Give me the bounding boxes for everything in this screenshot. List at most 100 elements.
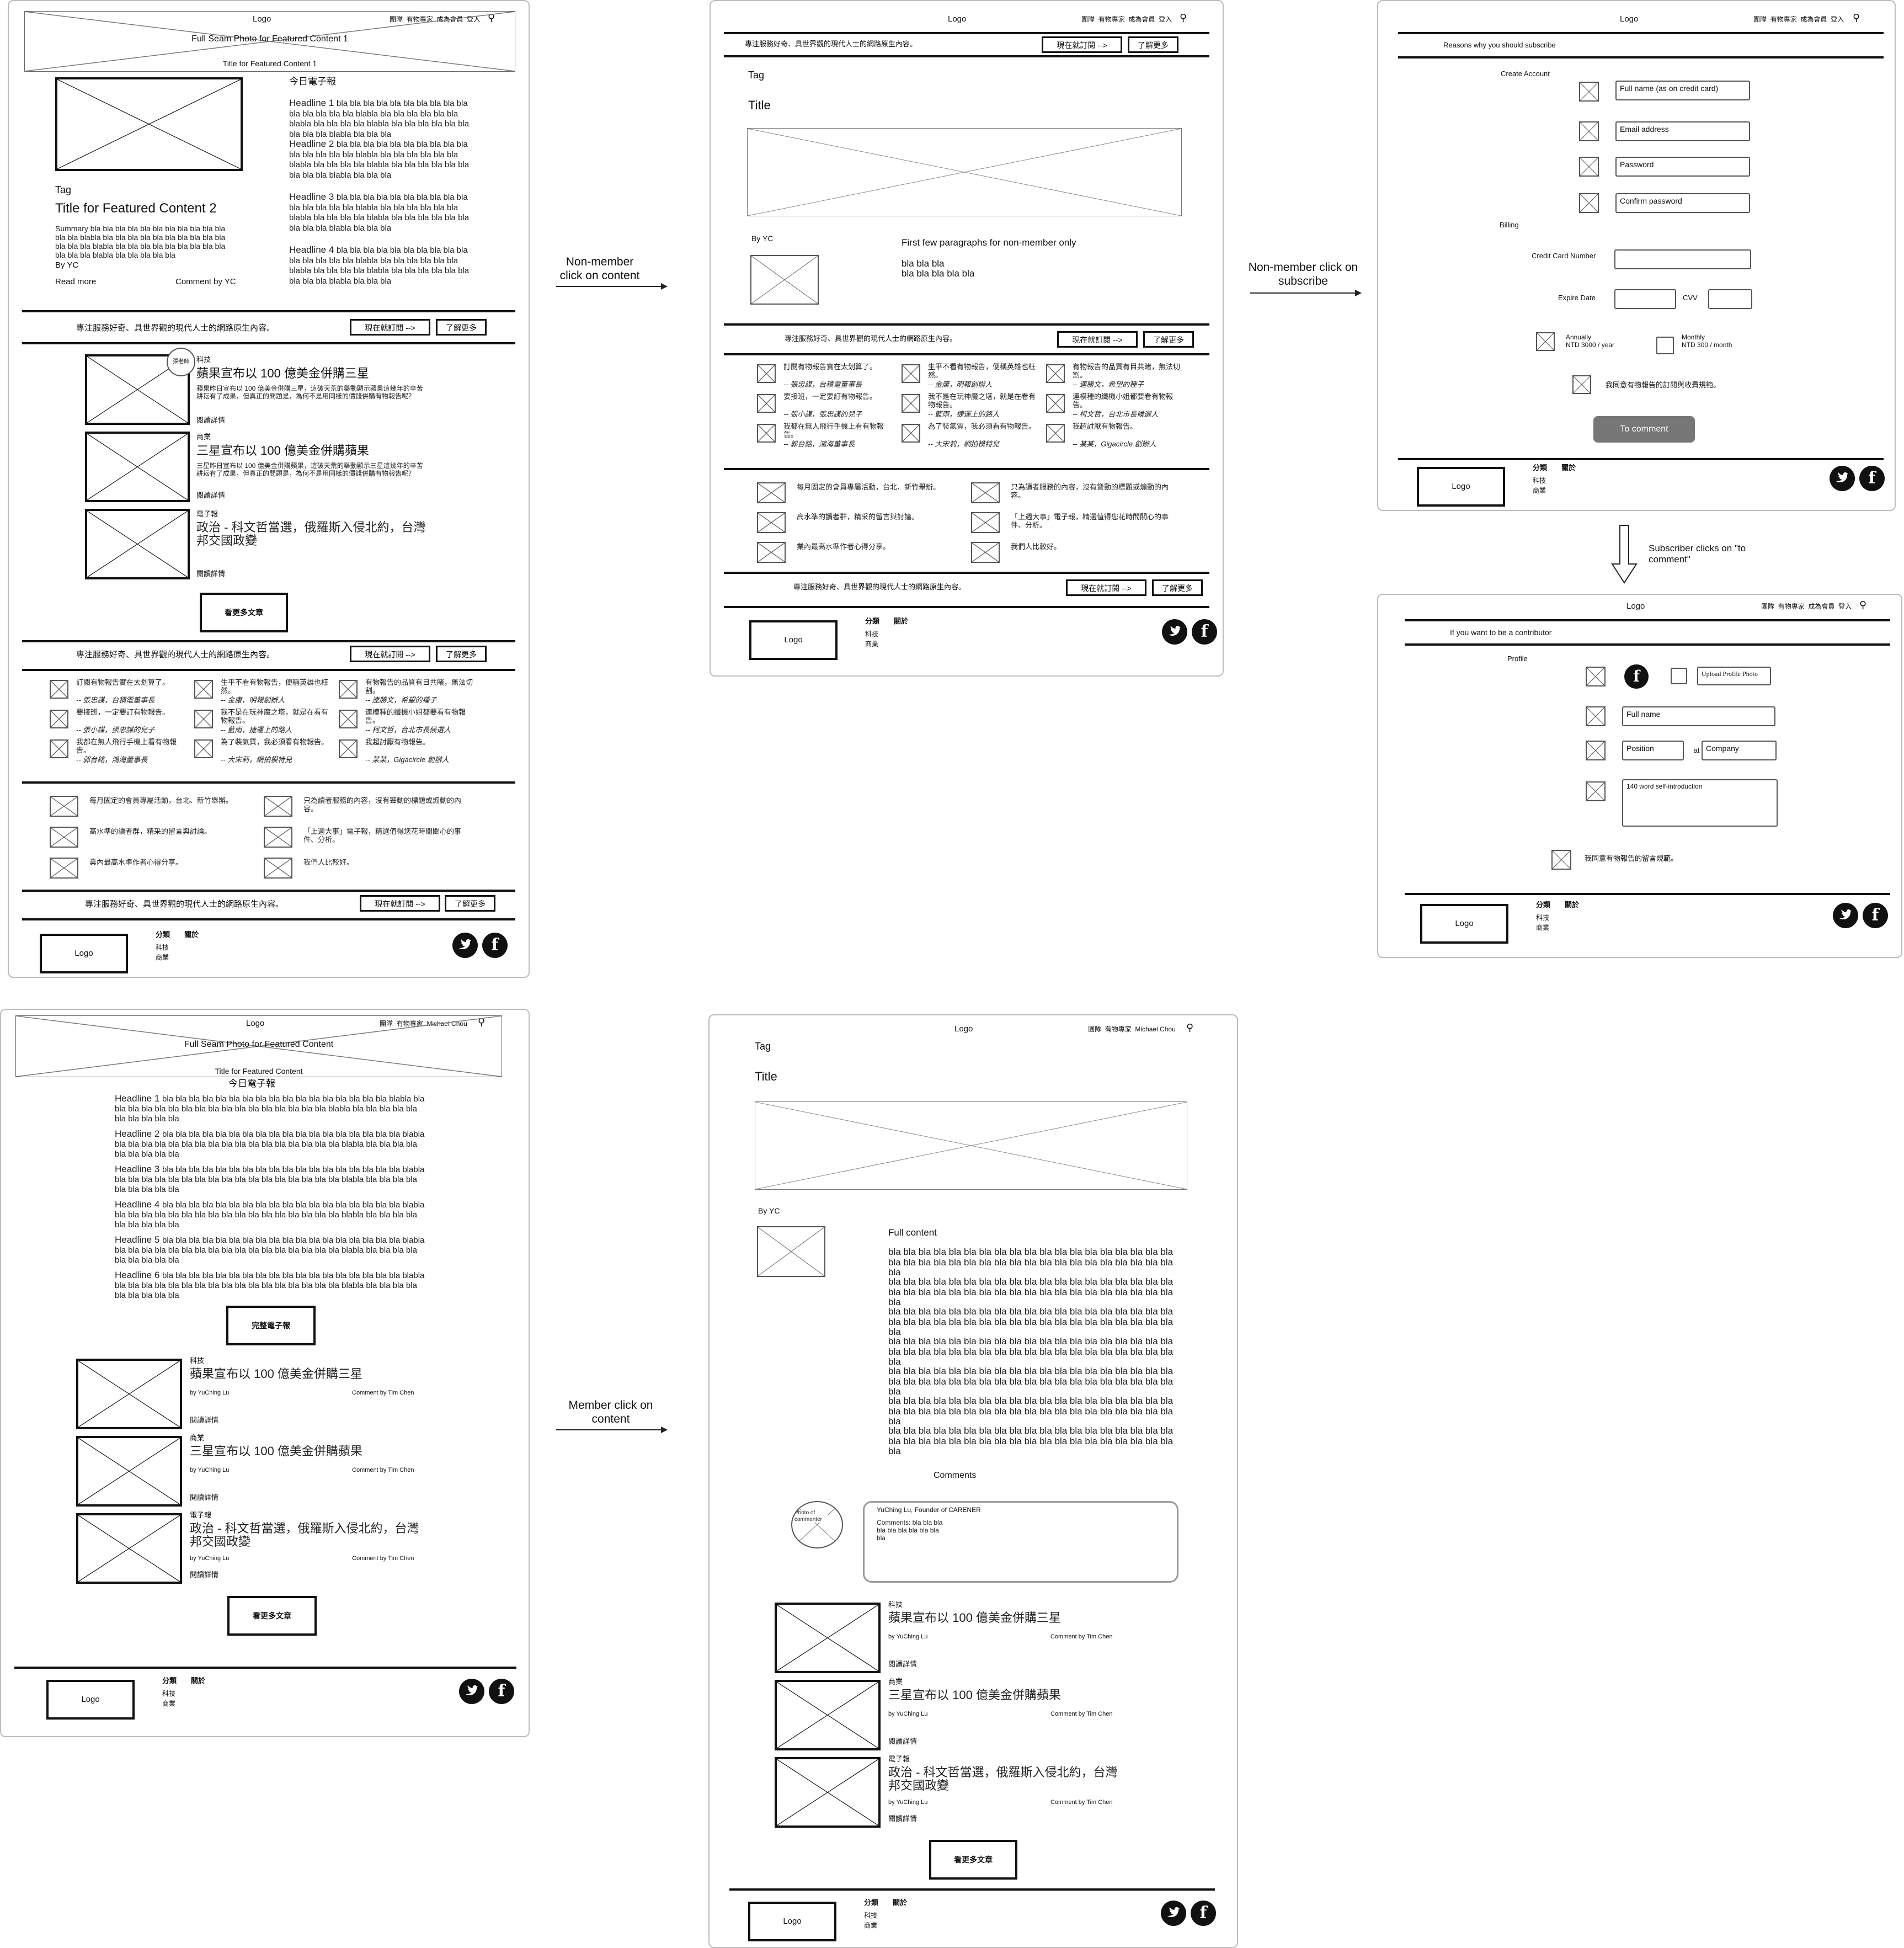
credit-card-field[interactable] <box>1614 249 1751 269</box>
footer-cat-business[interactable]: 商業 <box>1533 487 1546 494</box>
article-image[interactable] <box>775 1680 881 1750</box>
monthly-checkbox[interactable] <box>1656 337 1674 354</box>
logo[interactable]: Logo <box>954 1024 973 1034</box>
article-image[interactable] <box>85 432 190 502</box>
more-articles-button[interactable]: 看更多文章 <box>227 1596 317 1636</box>
headline-1[interactable]: Headline 1 bla bla bla bla bla bla bla b… <box>289 98 477 140</box>
article-image[interactable] <box>775 1757 881 1828</box>
learn-more-button[interactable]: 了解更多 <box>1128 36 1178 53</box>
facebook-icon[interactable]: f <box>1192 619 1217 645</box>
more-articles-button[interactable]: 看更多文章 <box>200 593 288 632</box>
member-name[interactable]: Michael Chou <box>1135 1025 1175 1033</box>
article-title[interactable]: 蘋果宣布以 100 億美金併購三星 <box>196 366 369 381</box>
learn-more-button[interactable]: 了解更多 <box>436 646 487 662</box>
feature-image[interactable] <box>55 77 243 171</box>
headline-1[interactable]: Headline 1 bla bla bla bla bla bla bla b… <box>115 1094 427 1124</box>
agree-checkbox[interactable] <box>1551 850 1571 870</box>
twitter-icon[interactable] <box>1833 903 1858 928</box>
headline-3[interactable]: Headline 3 bla bla bla bla bla bla bla b… <box>289 191 477 233</box>
twitter-icon[interactable] <box>452 933 478 958</box>
feature-title[interactable]: Title for Featured Content 2 <box>55 201 217 217</box>
footer-cat-business[interactable]: 商業 <box>1536 924 1549 932</box>
read-details-link[interactable]: 閱讀詳情 <box>888 1660 917 1669</box>
expire-date-field[interactable] <box>1614 289 1676 309</box>
facebook-icon[interactable]: f <box>1624 664 1649 689</box>
nav-item-join[interactable]: 成為會員 <box>1800 15 1827 23</box>
headline-2[interactable]: Headline 2 bla bla bla bla bla bla bla b… <box>115 1129 427 1159</box>
article-image[interactable] <box>775 1603 881 1673</box>
more-articles-button[interactable]: 看更多文章 <box>929 1840 1017 1880</box>
footer-about[interactable]: 關於 <box>1561 464 1576 472</box>
article-title[interactable]: 政治 - 科文哲當選，俄羅斯入侵北約，台灣邦交國政變 <box>196 520 434 547</box>
full-name-field[interactable]: Full name <box>1622 706 1775 726</box>
company-field[interactable]: Company <box>1702 741 1777 760</box>
read-details-link[interactable]: 閱讀詳情 <box>190 1493 218 1502</box>
nav-item-experts[interactable]: 有物專家 <box>1098 15 1125 23</box>
footer-about[interactable]: 關於 <box>191 1676 205 1685</box>
read-details-link[interactable]: 閱讀詳情 <box>888 1814 917 1823</box>
annual-checkbox[interactable] <box>1536 332 1555 351</box>
nav-item-login[interactable]: 登入 <box>1831 15 1844 23</box>
intro-textarea[interactable]: 140 word self-introduction <box>1622 779 1778 827</box>
headline-6[interactable]: Headline 6 bla bla bla bla bla bla bla b… <box>115 1270 427 1300</box>
headline-3[interactable]: Headline 3 bla bla bla bla bla bla bla b… <box>115 1164 427 1194</box>
twitter-icon[interactable] <box>1161 1901 1186 1926</box>
twitter-icon[interactable] <box>459 1679 484 1704</box>
subscribe-button[interactable]: 現在就訂閱 --> <box>1057 331 1138 348</box>
nav-menu[interactable]: 團隊 有物專家 Michael Chou <box>1088 1025 1176 1033</box>
nav-item-login[interactable]: 登入 <box>1838 603 1852 610</box>
upload-checkbox[interactable] <box>1671 668 1687 684</box>
facebook-icon[interactable]: f <box>489 1679 514 1704</box>
subscribe-button[interactable]: 現在就訂閱 --> <box>350 319 430 336</box>
learn-more-button[interactable]: 了解更多 <box>1152 579 1203 596</box>
to-comment-button[interactable]: To comment <box>1593 416 1695 443</box>
footer-categories[interactable]: 分類 <box>156 930 170 939</box>
password-field[interactable]: Password <box>1615 157 1750 177</box>
footer-categories[interactable]: 分類 <box>864 1898 878 1907</box>
subscribe-button[interactable]: 現在就訂閱 --> <box>350 646 430 662</box>
article-title[interactable]: 三星宣布以 100 億美金併購蘋果 <box>888 1688 1126 1702</box>
footer-categories[interactable]: 分類 <box>162 1676 177 1685</box>
nav-item-experts[interactable]: 有物專家 <box>1770 15 1797 23</box>
nav-item-team[interactable]: 團隊 <box>1088 1025 1101 1033</box>
twitter-icon[interactable] <box>1830 466 1855 491</box>
footer-cat-tech[interactable]: 科技 <box>1536 914 1549 922</box>
nav-menu[interactable]: 團隊 有物專家 成為會員 登入 <box>1753 15 1844 23</box>
article-title[interactable]: 三星宣布以 100 億美金併購蘋果 <box>190 1444 427 1458</box>
nav-item-team[interactable]: 團隊 <box>1761 603 1774 610</box>
footer-cat-tech[interactable]: 科技 <box>865 630 878 638</box>
footer-cat-business[interactable]: 商業 <box>865 640 878 648</box>
read-more-link[interactable]: Read more <box>55 277 96 287</box>
article-image[interactable] <box>76 1436 182 1507</box>
learn-more-button[interactable]: 了解更多 <box>436 319 487 336</box>
footer-cat-business[interactable]: 商業 <box>162 1700 175 1707</box>
footer-logo[interactable]: Logo <box>1420 904 1508 944</box>
footer-cat-business[interactable]: 商業 <box>864 1922 877 1929</box>
nav-item-join[interactable]: 成為會員 <box>1808 603 1834 610</box>
read-details-link[interactable]: 閱讀詳情 <box>196 491 225 500</box>
nav-item-join[interactable]: 成為會員 <box>1128 15 1155 23</box>
article-title[interactable]: 政治 - 科文哲當選，俄羅斯入侵北約，台灣邦交國政變 <box>888 1765 1126 1792</box>
subscribe-button[interactable]: 現在就訂閱 --> <box>360 895 440 912</box>
footer-about[interactable]: 關於 <box>893 1898 907 1907</box>
nav-menu[interactable]: 團隊 有物專家 成為會員 登入 <box>1761 603 1852 610</box>
article-image[interactable] <box>76 1359 182 1429</box>
read-details-link[interactable]: 閱讀詳情 <box>190 1571 218 1579</box>
headline-5[interactable]: Headline 5 bla bla bla bla bla bla bla b… <box>115 1235 427 1265</box>
footer-cat-tech[interactable]: 科技 <box>1533 477 1546 485</box>
logo[interactable]: Logo <box>1626 602 1645 611</box>
footer-logo[interactable]: Logo <box>1417 467 1505 507</box>
nav-menu[interactable]: 團隊 有物專家 成為會員 登入 <box>1081 15 1172 23</box>
facebook-icon[interactable]: f <box>1859 466 1885 491</box>
read-details-link[interactable]: 閱讀詳情 <box>196 570 225 578</box>
footer-categories[interactable]: 分類 <box>1536 901 1550 909</box>
email-field[interactable]: Email address <box>1615 121 1750 141</box>
nav-item-team[interactable]: 團隊 <box>1753 15 1767 23</box>
subscribe-button[interactable]: 現在就訂閱 --> <box>1042 36 1122 53</box>
comment-box[interactable]: YuChing Lu, Founder of CARENER Comments:… <box>863 1501 1178 1583</box>
headline-4[interactable]: Headline 4 bla bla bla bla bla bla bla b… <box>115 1200 427 1230</box>
article-image[interactable] <box>76 1513 182 1584</box>
footer-cat-tech[interactable]: 科技 <box>864 1912 877 1919</box>
article-title[interactable]: 政治 - 科文哲當選，俄羅斯入侵北約，台灣邦交國政變 <box>190 1521 427 1548</box>
facebook-icon[interactable]: f <box>482 933 508 958</box>
